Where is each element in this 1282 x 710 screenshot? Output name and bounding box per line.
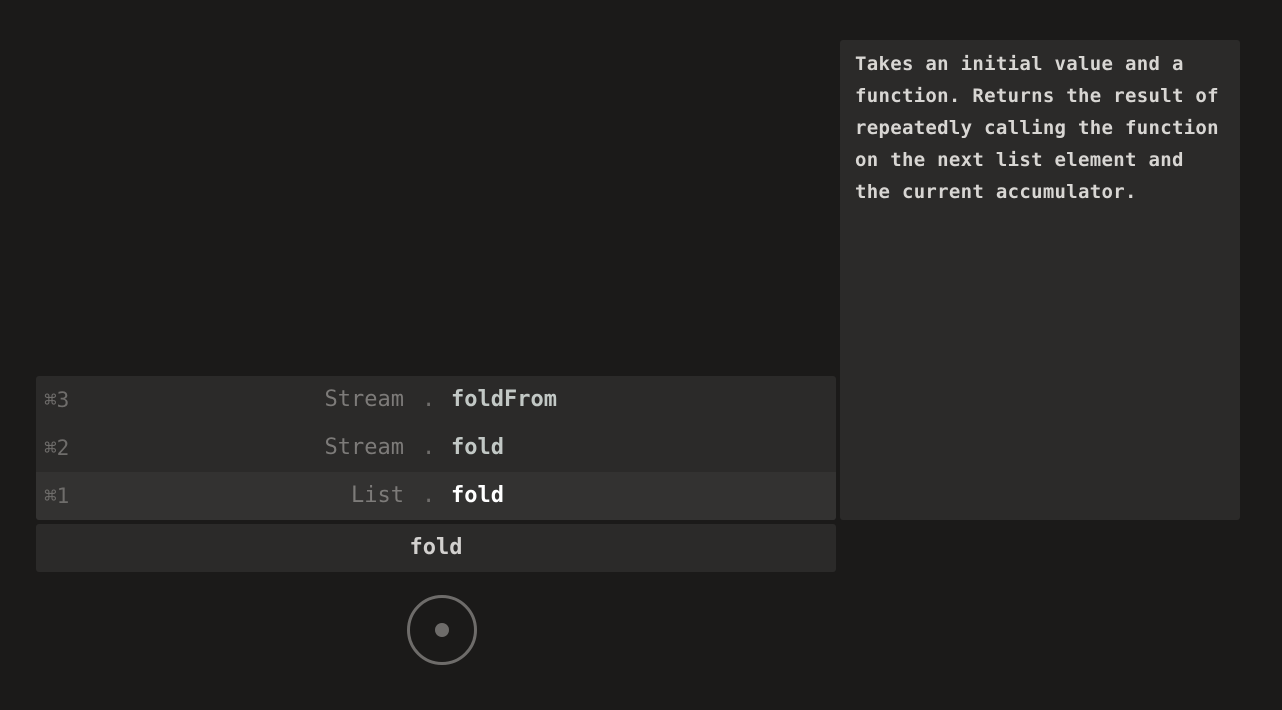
function-name: fold — [451, 483, 504, 508]
shortcut-label: ⌘3 — [44, 388, 70, 412]
separator: . — [422, 387, 436, 412]
function-name: fold — [451, 435, 504, 460]
result-item[interactable]: ⌘3 Stream . foldFrom — [36, 376, 836, 424]
separator: . — [422, 435, 436, 460]
documentation-text: Takes an initial value and a function. R… — [855, 53, 1219, 203]
module-name: Stream — [324, 387, 404, 412]
search-input[interactable]: fold — [36, 524, 836, 572]
result-item[interactable]: ⌘2 Stream . fold — [36, 424, 836, 472]
command-palette: ⌘3 Stream . foldFrom ⌘2 Stream . fold ⌘1… — [0, 0, 1282, 710]
result-item-selected[interactable]: ⌘1 List . fold — [36, 472, 836, 520]
loading-dot-icon — [435, 623, 449, 637]
loading-ring-icon — [407, 595, 477, 665]
search-query: fold — [409, 535, 463, 560]
function-name: foldFrom — [451, 387, 557, 412]
separator: . — [422, 483, 436, 508]
documentation-panel: Takes an initial value and a function. R… — [840, 40, 1240, 520]
shortcut-label: ⌘2 — [44, 436, 70, 460]
module-name: Stream — [324, 435, 404, 460]
module-name: List — [351, 483, 404, 508]
shortcut-label: ⌘1 — [44, 484, 70, 508]
result-list: ⌘3 Stream . foldFrom ⌘2 Stream . fold ⌘1… — [36, 376, 836, 520]
